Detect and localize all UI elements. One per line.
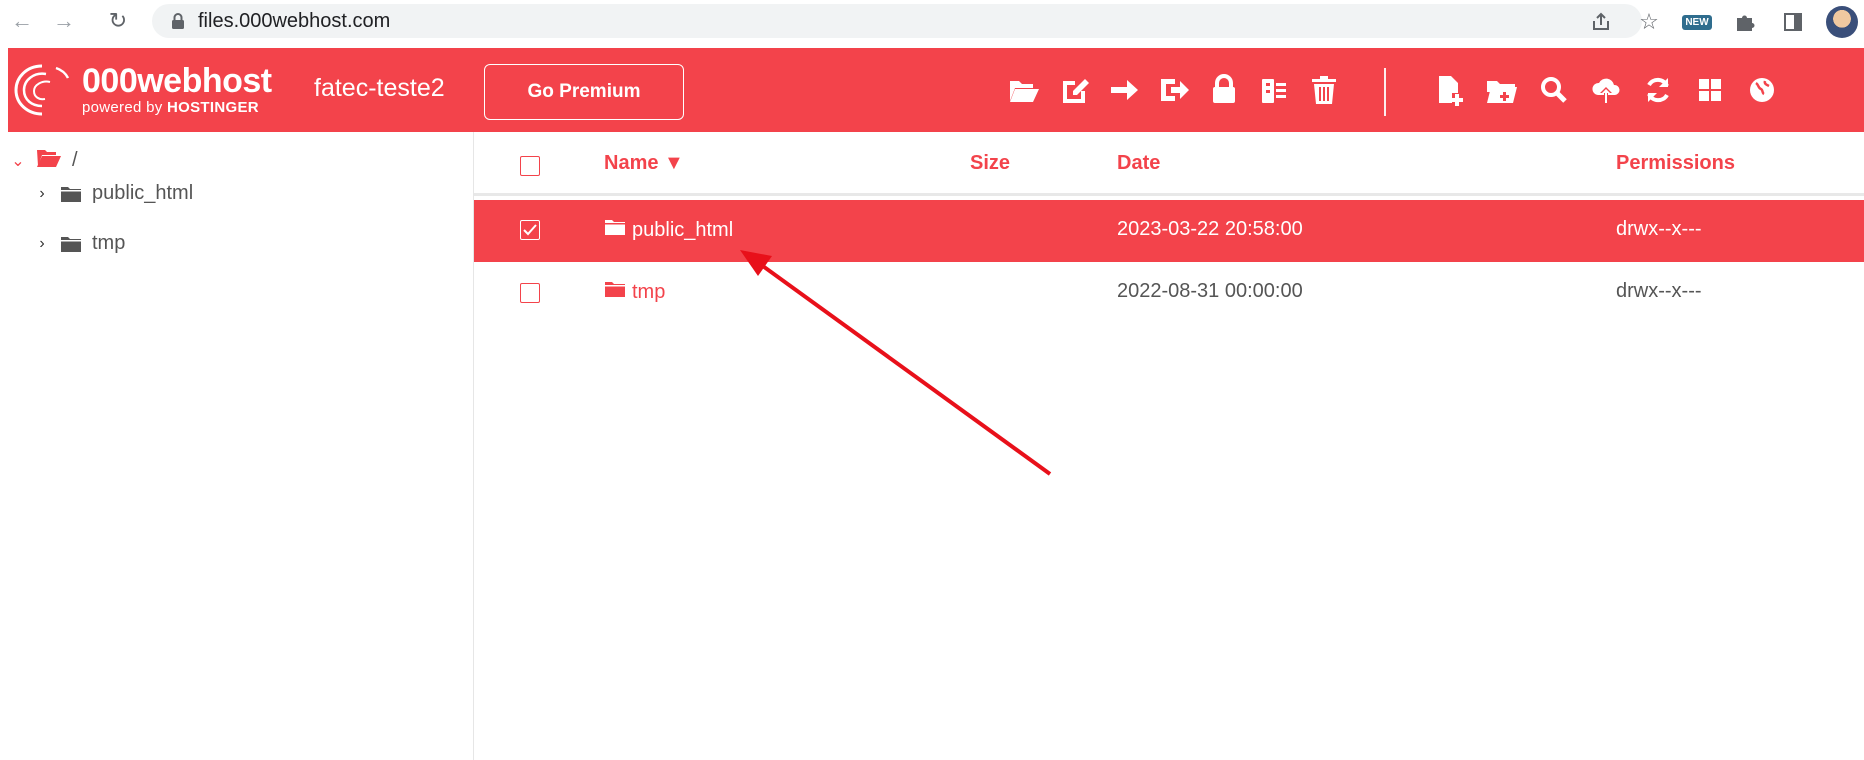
tree-root-label: / [72, 149, 78, 171]
globe-icon[interactable] [1742, 68, 1782, 112]
file-name[interactable]: public_html [604, 218, 733, 242]
select-all-checkbox[interactable] [520, 156, 540, 176]
trash-icon[interactable] [1304, 68, 1344, 112]
lock-icon [170, 12, 186, 30]
back-icon[interactable]: ← [8, 7, 36, 35]
column-header-permissions[interactable]: Permissions [1616, 152, 1735, 175]
new-file-icon[interactable] [1430, 68, 1470, 112]
file-date: 2022-08-31 00:00:00 [1117, 280, 1303, 302]
puzzle-icon[interactable] [1730, 7, 1760, 37]
table-row[interactable]: public_html 2023-03-22 20:58:00 drwx--x-… [474, 200, 1864, 262]
sign-out-icon[interactable] [1154, 68, 1194, 112]
tree-item-public-html[interactable]: › public_html [34, 182, 193, 205]
file-name[interactable]: tmp [604, 280, 665, 304]
chevron-right-icon[interactable]: › [34, 185, 50, 203]
table-row[interactable]: tmp 2022-08-31 00:00:00 drwx--x--- [474, 262, 1864, 324]
row-checkbox[interactable] [520, 220, 540, 240]
file-permissions: drwx--x--- [1616, 280, 1702, 302]
toolbar-divider [1384, 68, 1386, 116]
folder-open-icon[interactable] [1004, 68, 1044, 112]
folder-icon [604, 280, 626, 304]
tree-item-tmp[interactable]: › tmp [34, 232, 125, 255]
file-name-text: tmp [632, 280, 666, 303]
tree-item-label: public_html [92, 182, 194, 204]
file-list: Name ▼ Size Date Permissions public_html… [474, 132, 1864, 760]
folder-tree-sidebar: ⌄ / › public_html › tmp [0, 132, 474, 760]
folder-icon [604, 218, 626, 242]
row-checkbox[interactable] [520, 283, 540, 303]
column-header-name[interactable]: Name ▼ [604, 152, 684, 175]
share-icon[interactable] [1586, 7, 1616, 37]
file-toolbar [8, 68, 1864, 116]
app-header: 000webhost powered by HOSTINGER fatec-te… [8, 48, 1864, 132]
file-permissions: drwx--x--- [1616, 218, 1702, 240]
address-bar[interactable]: files.000webhost.com [152, 4, 1642, 38]
lock-icon[interactable] [1204, 68, 1244, 112]
upload-cloud-icon[interactable] [1586, 68, 1626, 112]
browser-toolbar: ← → ↻ files.000webhost.com ☆ NEW [0, 0, 1864, 42]
archive-icon[interactable] [1254, 68, 1294, 112]
tree-root[interactable]: ⌄ / [10, 148, 78, 173]
reload-icon[interactable]: ↻ [104, 7, 132, 35]
grid-icon[interactable] [1690, 68, 1730, 112]
arrow-right-icon[interactable] [1104, 68, 1144, 112]
new-folder-icon[interactable] [1482, 68, 1522, 112]
folder-open-icon [36, 148, 62, 173]
search-icon[interactable] [1534, 68, 1574, 112]
star-icon[interactable]: ☆ [1634, 7, 1664, 37]
extension-new-icon[interactable]: NEW [1682, 7, 1712, 37]
url-text: files.000webhost.com [198, 9, 391, 32]
column-header-size[interactable]: Size [970, 152, 1010, 175]
chevron-down-icon[interactable]: ⌄ [10, 151, 26, 171]
side-panel-icon[interactable] [1778, 7, 1808, 37]
column-header-date[interactable]: Date [1117, 152, 1160, 175]
file-date: 2023-03-22 20:58:00 [1117, 218, 1303, 240]
table-header: Name ▼ Size Date Permissions [474, 132, 1864, 196]
forward-icon[interactable]: → [50, 7, 78, 35]
file-name-text: public_html [632, 218, 734, 241]
folder-icon [60, 235, 82, 253]
profile-avatar[interactable] [1826, 6, 1858, 38]
tree-item-label: tmp [92, 232, 126, 254]
folder-icon [60, 185, 82, 203]
refresh-icon[interactable] [1638, 68, 1678, 112]
chevron-right-icon[interactable]: › [34, 235, 50, 253]
edit-icon[interactable] [1054, 68, 1094, 112]
